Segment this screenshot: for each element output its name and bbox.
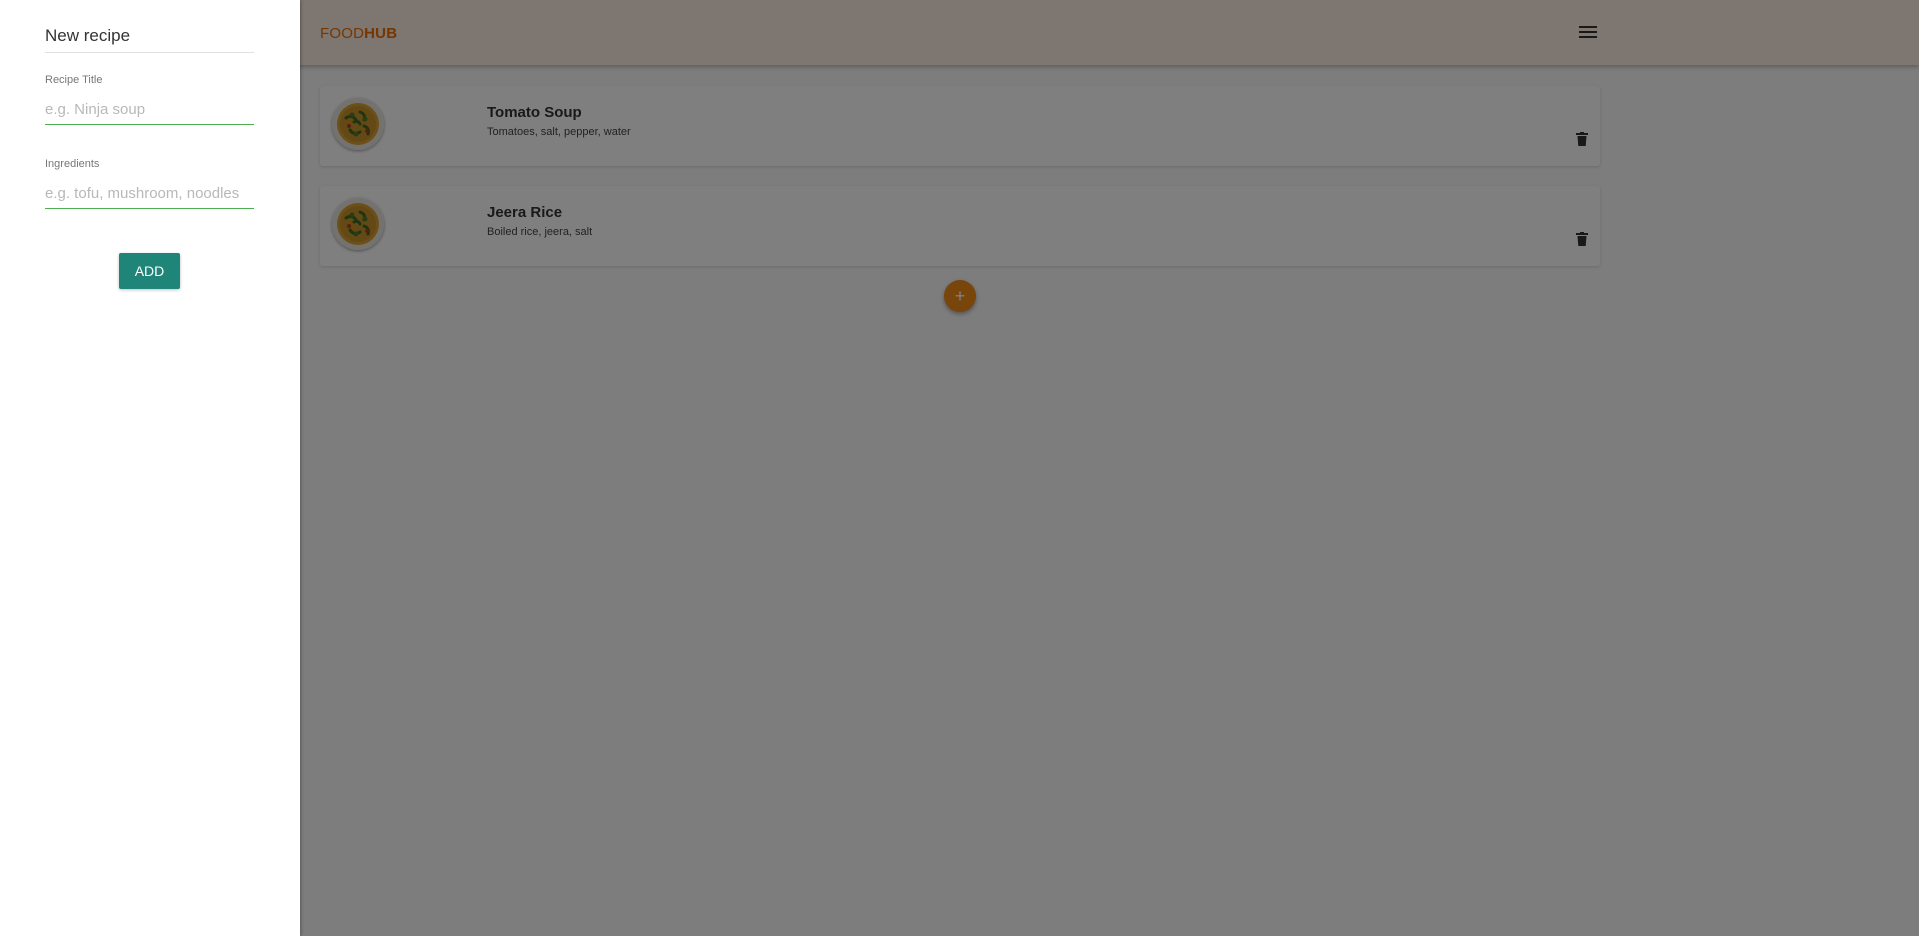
- ingredients-input[interactable]: [45, 178, 254, 209]
- app-page: FOODHUB: [0, 0, 1919, 936]
- add-button[interactable]: ADD: [119, 253, 180, 289]
- ingredients-label: Ingredients: [45, 158, 100, 170]
- new-recipe-drawer: New recipe Recipe Title Ingredients ADD: [0, 0, 300, 936]
- recipe-title-input[interactable]: [45, 94, 254, 125]
- drawer-title: New recipe: [45, 26, 254, 53]
- recipe-title-label: Recipe Title: [45, 74, 103, 86]
